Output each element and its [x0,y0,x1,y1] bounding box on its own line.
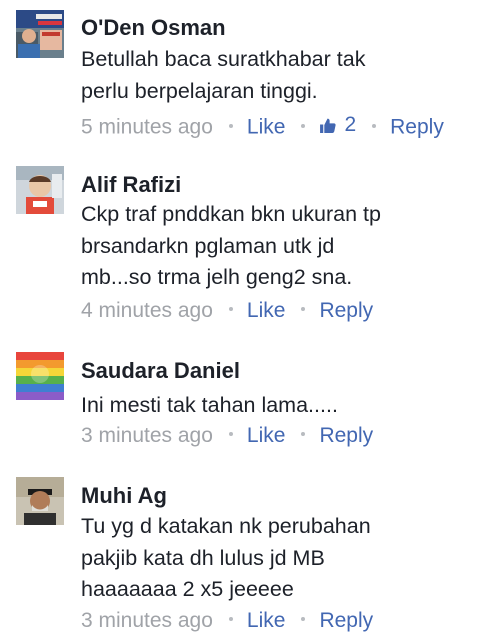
thumbs-up-icon [320,118,337,133]
like-button[interactable]: Like [247,116,286,139]
comment-text-line: Betullah baca suratkhabar tak [81,47,366,71]
comment-text-line: Tu yg d katakan nk perubahan [81,514,371,538]
comment-text-line: pakjib kata dh lulus jd MB [81,545,325,570]
avatar[interactable] [16,352,64,400]
reply-button[interactable]: Reply [319,609,373,632]
comment-meta: 5 minutes ago Like 2 Reply [81,112,444,141]
separator-dot [228,432,233,437]
comment-timestamp: 3 minutes ago [81,609,213,632]
reply-button[interactable]: Reply [319,424,373,447]
comment-text: Ini mesti tak tahan lama..... [81,390,471,422]
rainbow-flag-icon [16,352,64,400]
reply-button[interactable]: Reply [390,116,444,139]
separator-dot [372,123,377,128]
like-count[interactable]: 2 [319,112,356,138]
like-button[interactable]: Like [247,609,286,632]
comment-timestamp: 5 minutes ago [81,115,213,139]
comment-text: Ckp traf pnddkan bkn ukuran tp brsandark… [81,199,471,294]
profile-photo-icon [16,166,64,214]
comment-text-line: Ckp traf pnddkan bkn ukuran tp [81,202,381,226]
comment-author[interactable]: O'Den Osman [81,15,226,41]
comment-text: Tu yg d katakan nk perubahan pakjib kata… [81,511,471,606]
separator-dot [301,123,306,128]
comment-text-line: Ini mesti tak tahan lama..... [81,393,338,417]
comment-text-line: perlu berpelajaran tinggi. [81,78,318,103]
like-button[interactable]: Like [247,424,286,447]
comment-author[interactable]: Muhi Ag [81,483,167,509]
comment-text-line: mb...so trma jelh geng2 sna. [81,265,353,289]
comment-text-line: brsandarkn pglaman utk jd [81,233,335,258]
separator-dot [301,307,306,312]
avatar[interactable] [16,10,64,58]
profile-photo-icon [16,477,64,525]
comment-meta: 3 minutes ago Like Reply [81,423,373,449]
comment-text-line: haaaaaaa 2 x5 jeeeee [81,577,294,601]
comment-meta: 3 minutes ago Like Reply [81,608,373,634]
avatar[interactable] [16,166,64,214]
comment-author[interactable]: Alif Rafizi [81,172,181,198]
separator-dot [228,307,233,312]
comment-timestamp: 4 minutes ago [81,299,213,322]
comment-timestamp: 3 minutes ago [81,424,213,447]
separator-dot [228,123,233,128]
separator-dot [228,617,233,622]
profile-photo-icon [16,10,64,58]
comment-text: Betullah baca suratkhabar tak perlu berp… [81,44,471,107]
like-count-value: 2 [344,113,357,136]
separator-dot [301,432,306,437]
avatar[interactable] [16,477,64,525]
separator-dot [301,617,306,622]
comment-author[interactable]: Saudara Daniel [81,358,240,384]
reply-button[interactable]: Reply [319,299,373,322]
like-button[interactable]: Like [247,299,286,322]
comment-meta: 4 minutes ago Like Reply [81,298,373,324]
